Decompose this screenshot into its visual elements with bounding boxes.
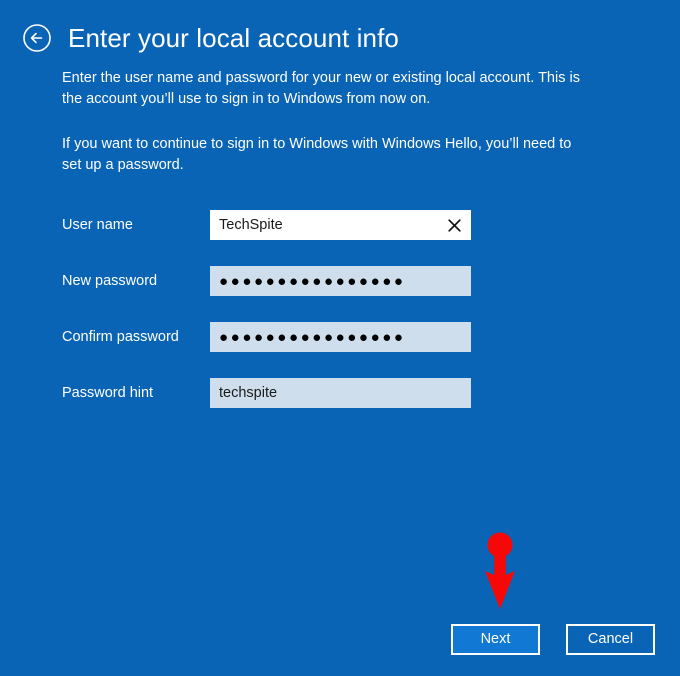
form-row-new-password: New password ●●●●●●●●●●●●●●●● bbox=[62, 266, 680, 297]
password-hint-input[interactable]: techspite bbox=[210, 378, 471, 409]
red-down-arrow-annotation-icon bbox=[481, 531, 519, 611]
description-block: Enter the user name and password for you… bbox=[0, 68, 620, 176]
username-label: User name bbox=[62, 216, 133, 233]
page-title: Enter your local account info bbox=[68, 23, 399, 53]
local-account-form: User name TechSpite New password ●●●●●●●… bbox=[0, 210, 680, 409]
new-password-value: ●●●●●●●●●●●●●●●● bbox=[219, 273, 406, 289]
password-hint-value: techspite bbox=[219, 385, 278, 401]
confirm-password-label: Confirm password bbox=[62, 328, 179, 345]
password-hint-label: Password hint bbox=[62, 384, 154, 401]
username-input[interactable]: TechSpite bbox=[210, 210, 471, 241]
cancel-button[interactable]: Cancel bbox=[566, 624, 655, 655]
page-header: Enter your local account info bbox=[0, 0, 680, 56]
confirm-password-input[interactable]: ●●●●●●●●●●●●●●●● bbox=[210, 322, 471, 353]
description-paragraph-2: If you want to continue to sign in to Wi… bbox=[62, 136, 572, 174]
close-x-icon[interactable] bbox=[445, 216, 463, 234]
footer-button-bar: Next Cancel bbox=[0, 620, 680, 676]
form-row-confirm-password: Confirm password ●●●●●●●●●●●●●●●● bbox=[62, 322, 680, 353]
next-button[interactable]: Next bbox=[451, 624, 540, 655]
back-arrow-circle-icon[interactable] bbox=[22, 23, 52, 53]
new-password-input[interactable]: ●●●●●●●●●●●●●●●● bbox=[210, 266, 471, 297]
username-value: TechSpite bbox=[219, 217, 283, 233]
form-row-username: User name TechSpite bbox=[62, 210, 680, 241]
confirm-password-value: ●●●●●●●●●●●●●●●● bbox=[219, 329, 406, 345]
new-password-label: New password bbox=[62, 272, 158, 289]
description-paragraph-1: Enter the user name and password for you… bbox=[62, 70, 580, 108]
form-row-password-hint: Password hint techspite bbox=[62, 378, 680, 409]
